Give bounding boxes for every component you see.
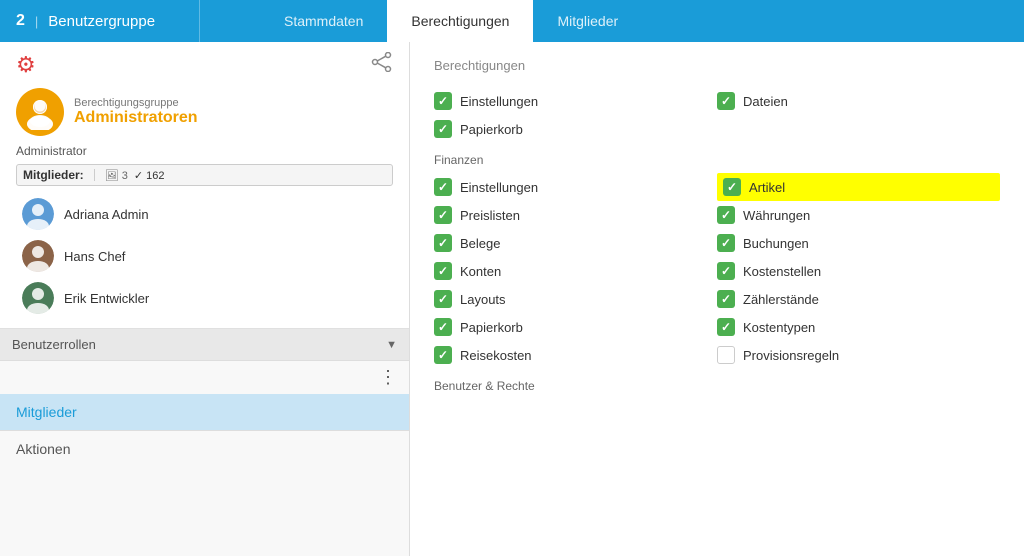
- checkbox-kostenstellen[interactable]: ✓: [717, 262, 735, 280]
- section-title: Berechtigungen: [434, 58, 1000, 73]
- checkbox-layouts[interactable]: ✓: [434, 290, 452, 308]
- perm-artikel: ✓ Artikel: [717, 173, 1000, 201]
- admin-label: Administrator: [16, 144, 393, 158]
- perm-konten: ✓ Konten: [434, 257, 717, 285]
- sidebar-item-mitglieder[interactable]: Mitglieder: [0, 394, 409, 430]
- checkbox-konten[interactable]: ✓: [434, 262, 452, 280]
- members-header: Mitglieder: 🖼 3 ✓ 162: [16, 164, 393, 186]
- perm-layouts: ✓ Layouts: [434, 285, 717, 313]
- checkbox-preislisten[interactable]: ✓: [434, 206, 452, 224]
- avatar: [22, 198, 54, 230]
- checkbox-provisionsregeln[interactable]: [717, 346, 735, 364]
- perm-papierkorb-fin: ✓ Papierkorb: [434, 313, 717, 341]
- members-count-img: 🖼 3: [105, 169, 128, 182]
- perm-buchungen: ✓ Buchungen: [717, 229, 1000, 257]
- main-layout: ⚙: [0, 42, 1024, 556]
- checkbox-buchungen[interactable]: ✓: [717, 234, 735, 252]
- list-item[interactable]: Hans Chef: [16, 236, 393, 276]
- right-panel: Berechtigungen ✓ Einstellungen ✓ Dateien…: [410, 42, 1024, 556]
- left-panel: ⚙: [0, 42, 410, 556]
- tab-stammdaten[interactable]: Stammdaten: [260, 0, 387, 42]
- top-permissions-grid: ✓ Einstellungen ✓ Dateien ✓ Papierkorb: [434, 87, 1000, 143]
- checkbox-wahrungen[interactable]: ✓: [717, 206, 735, 224]
- perm-provisionsregeln: Provisionsregeln: [717, 341, 1000, 369]
- group-info-section: ⚙: [0, 42, 409, 329]
- list-item[interactable]: Erik Entwickler: [16, 278, 393, 318]
- group-label: Berechtigungsgruppe: [74, 97, 198, 109]
- member-list: Adriana Admin Hans Chef: [16, 194, 393, 318]
- benutzerrollen-section[interactable]: Benutzerrollen ▼: [0, 329, 409, 361]
- avatar: [22, 240, 54, 272]
- members-count-check: ✓ 162: [134, 169, 165, 182]
- record-number: 2: [16, 12, 25, 30]
- perm-kostenstellen: ✓ Kostenstellen: [717, 257, 1000, 285]
- checkbox-belege[interactable]: ✓: [434, 234, 452, 252]
- group-info: Berechtigungsgruppe Administratoren: [16, 88, 393, 136]
- perm-wahrungen: ✓ Währungen: [717, 201, 1000, 229]
- perm-kostentypen: ✓ Kostentypen: [717, 313, 1000, 341]
- group-avatar: [16, 88, 64, 136]
- gear-icon[interactable]: ⚙: [16, 52, 36, 78]
- header-left: 2 | Benutzergruppe: [0, 0, 200, 42]
- tab-bar: Stammdaten Berechtigungen Mitglieder: [200, 0, 1024, 42]
- finanzen-permissions-grid: ✓ Einstellungen ✓ Artikel ✓ Preislisten …: [434, 173, 1000, 369]
- tab-mitglieder[interactable]: Mitglieder: [533, 0, 642, 42]
- checkbox-kostentypen[interactable]: ✓: [717, 318, 735, 336]
- perm-einstellungen-top: ✓ Einstellungen: [434, 87, 717, 115]
- chevron-down-icon: ▼: [386, 339, 397, 351]
- member-name: Adriana Admin: [64, 207, 149, 222]
- group-name: Administratoren: [74, 109, 198, 127]
- page-title: Benutzergruppe: [48, 13, 155, 30]
- role-actions-bar: ⋮: [0, 361, 409, 394]
- list-item[interactable]: Adriana Admin: [16, 194, 393, 234]
- tab-berechtigungen[interactable]: Berechtigungen: [387, 0, 533, 42]
- share-icon[interactable]: [371, 52, 393, 78]
- benutzer-section-title: Benutzer & Rechte: [434, 379, 1000, 393]
- perm-preislisten: ✓ Preislisten: [434, 201, 717, 229]
- perm-belege: ✓ Belege: [434, 229, 717, 257]
- avatar: [22, 282, 54, 314]
- member-name: Hans Chef: [64, 249, 125, 264]
- sidebar-item-aktionen[interactable]: Aktionen: [0, 430, 409, 467]
- checkbox-einstellungen-top[interactable]: ✓: [434, 92, 452, 110]
- benutzerrollen-label: Benutzerrollen: [12, 337, 96, 352]
- perm-zahlerstande: ✓ Zählerstände: [717, 285, 1000, 313]
- checkbox-fin-einstellungen[interactable]: ✓: [434, 178, 452, 196]
- checkbox-zahlerstande[interactable]: ✓: [717, 290, 735, 308]
- perm-reisekosten: ✓ Reisekosten: [434, 341, 717, 369]
- group-text: Berechtigungsgruppe Administratoren: [74, 97, 198, 127]
- member-name: Erik Entwickler: [64, 291, 149, 306]
- perm-papierkorb-top: ✓ Papierkorb: [434, 115, 717, 143]
- members-title: Mitglieder:: [23, 168, 84, 182]
- app-header: 2 | Benutzergruppe Stammdaten Berechtigu…: [0, 0, 1024, 42]
- checkbox-papierkorb-top[interactable]: ✓: [434, 120, 452, 138]
- checkbox-artikel[interactable]: ✓: [723, 178, 741, 196]
- more-options-icon[interactable]: ⋮: [379, 367, 397, 388]
- perm-fin-einstellungen: ✓ Einstellungen: [434, 173, 717, 201]
- finanzen-section-title: Finanzen: [434, 153, 1000, 167]
- perm-dateien: ✓ Dateien: [717, 87, 1000, 115]
- checkbox-reisekosten[interactable]: ✓: [434, 346, 452, 364]
- checkbox-dateien[interactable]: ✓: [717, 92, 735, 110]
- checkbox-papierkorb-fin[interactable]: ✓: [434, 318, 452, 336]
- top-icons-row: ⚙: [16, 52, 393, 78]
